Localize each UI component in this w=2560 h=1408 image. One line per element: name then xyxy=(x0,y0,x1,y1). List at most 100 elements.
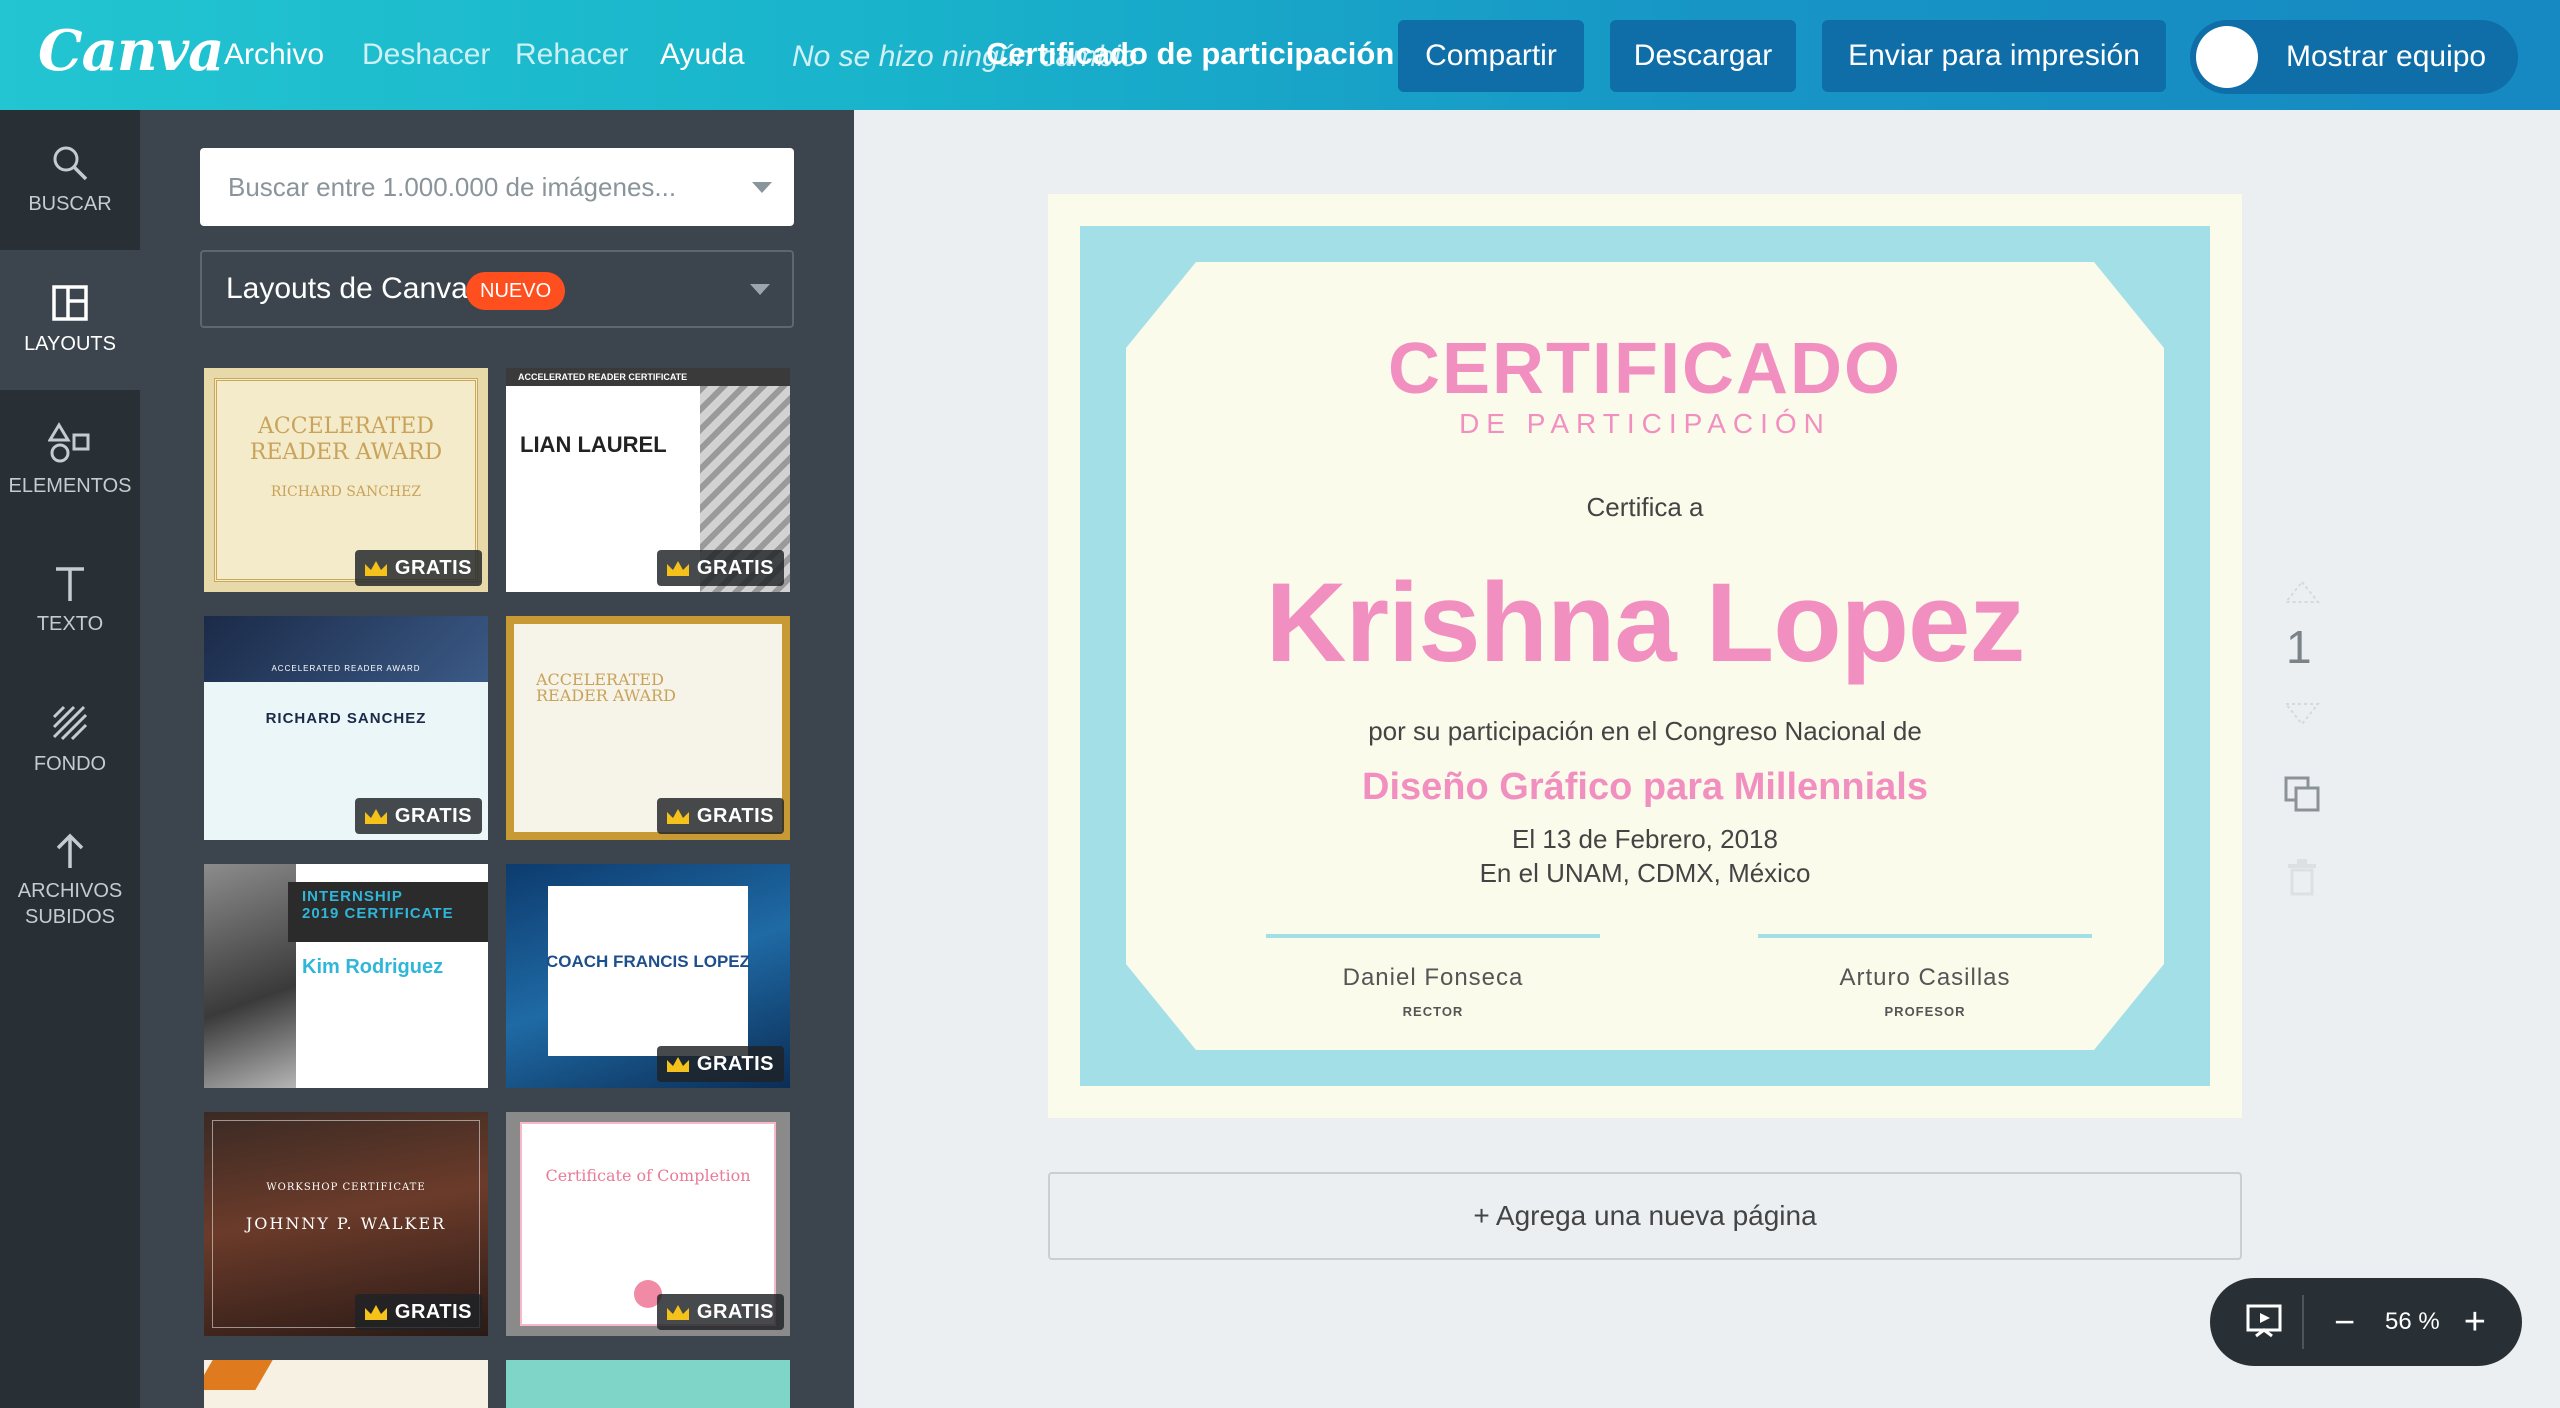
document-title[interactable]: Certificado de participación xyxy=(986,36,1394,72)
crown-icon xyxy=(364,809,387,824)
free-badge: GRATIS xyxy=(656,798,784,834)
canva-logo[interactable]: Canva xyxy=(38,18,224,84)
template-thumbnail[interactable]: ACCELERATED READER AWARD GRATIS xyxy=(506,616,790,840)
layouts-label: Layouts de Canva xyxy=(226,272,468,305)
certificate-title[interactable]: CERTIFICADO xyxy=(1126,328,2164,410)
nav-layouts[interactable]: LAYOUTS xyxy=(0,250,140,390)
nav-buscar[interactable]: BUSCAR xyxy=(0,110,140,250)
zoom-in-button[interactable]: + xyxy=(2464,1301,2486,1344)
template-thumbnail[interactable]: ACCELERATED READER AWARD RICHARD SANCHEZ… xyxy=(204,368,488,592)
free-badge: GRATIS xyxy=(656,550,784,586)
template-subtitle: WORKSHOP CERTIFICATE xyxy=(266,1182,426,1193)
template-thumbnail[interactable]: Certificate of Completion GRATIS xyxy=(506,1112,790,1336)
menu-rehacer[interactable]: Rehacer xyxy=(515,38,628,72)
print-button[interactable]: Enviar para impresión xyxy=(1822,20,2166,92)
move-page-up-icon[interactable] xyxy=(2282,580,2322,604)
free-badge: GRATIS xyxy=(354,1294,482,1330)
menu-deshacer[interactable]: Deshacer xyxy=(362,38,490,72)
template-title: LIAN LAUREL xyxy=(520,432,667,457)
recipient-name[interactable]: Krishna Lopez xyxy=(1126,558,2164,687)
nav-texto[interactable]: TEXTO xyxy=(0,530,140,670)
template-thumbnail[interactable]: ACCELERATED READER AWARD RICHARD SANCHEZ… xyxy=(204,616,488,840)
left-nav: BUSCAR LAYOUTS ELEMENTOS TEXTO FONDO ARC… xyxy=(0,110,140,1408)
crown-icon xyxy=(666,1305,689,1320)
template-thumbnail[interactable]: ACCELERATED READER CERTIFICATE LIAN LAUR… xyxy=(506,368,790,592)
template-subtitle: ACCELERATED READER CERTIFICATE xyxy=(518,372,688,382)
design-page[interactable]: CERTIFICADO DE PARTICIPACIÓN Certifica a… xyxy=(1048,194,2242,1118)
search-input[interactable]: Buscar entre 1.000.000 de imágenes... xyxy=(200,148,794,226)
shapes-icon xyxy=(48,422,90,463)
certifies-text[interactable]: Certifica a xyxy=(1126,492,2164,523)
upload-icon xyxy=(56,833,84,868)
template-title: RICHARD SANCHEZ xyxy=(265,710,427,727)
background-icon xyxy=(52,705,88,741)
zoom-level[interactable]: 56 % xyxy=(2385,1308,2440,1336)
layout-icon xyxy=(52,285,88,321)
presentation-icon[interactable] xyxy=(2244,1302,2284,1342)
layouts-panel: Buscar entre 1.000.000 de imágenes... La… xyxy=(140,110,854,1408)
event-name[interactable]: Diseño Gráfico para Millennials xyxy=(1126,766,2164,809)
template-title: ACCELERATED READER AWARD xyxy=(536,670,676,705)
search-placeholder: Buscar entre 1.000.000 de imágenes... xyxy=(228,172,677,202)
chevron-down-icon xyxy=(750,284,770,295)
certificate-body: CERTIFICADO DE PARTICIPACIÓN Certifica a… xyxy=(1126,262,2164,1050)
show-team-button[interactable]: Mostrar equipo xyxy=(2190,20,2518,94)
menu-archivo[interactable]: Archivo xyxy=(224,38,324,72)
crown-icon xyxy=(666,809,689,824)
chevron-down-icon[interactable] xyxy=(752,182,772,193)
move-page-down-icon[interactable] xyxy=(2282,702,2322,726)
zoom-bar: − 56 % + xyxy=(2210,1278,2522,1366)
share-button[interactable]: Compartir xyxy=(1398,20,1584,92)
download-button[interactable]: Descargar xyxy=(1610,20,1796,92)
template-subtitle: RICHARD SANCHEZ xyxy=(270,484,422,500)
nav-archivos-subidos[interactable]: ARCHIVOS SUBIDOS xyxy=(0,810,140,950)
template-thumbnail[interactable] xyxy=(506,1360,790,1408)
add-page-button[interactable]: + Agrega una nueva página xyxy=(1048,1172,2242,1260)
certificate-subtitle[interactable]: DE PARTICIPACIÓN xyxy=(1126,408,2164,440)
zoom-out-button[interactable]: − xyxy=(2334,1301,2355,1343)
signer-name[interactable]: Arturo Casillas xyxy=(1758,964,2092,992)
event-date[interactable]: El 13 de Febrero, 2018 xyxy=(1126,824,2164,855)
nav-label: FONDO xyxy=(33,753,107,775)
free-badge-label: GRATIS xyxy=(394,556,472,579)
free-badge: GRATIS xyxy=(656,1046,784,1082)
template-title: JOHNNY P. WALKER xyxy=(245,1214,447,1233)
nav-label: ARCHIVOS xyxy=(17,880,123,902)
template-thumbnail[interactable]: COACH FRANCIS LOPEZ GRATIS xyxy=(506,864,790,1088)
nav-label: ELEMENTOS xyxy=(8,475,132,497)
signer-role[interactable]: PROFESOR xyxy=(1758,1004,2092,1019)
template-thumbnail[interactable]: WORKSHOP CERTIFICATE JOHNNY P. WALKER GR… xyxy=(204,1112,488,1336)
duplicate-page-icon[interactable] xyxy=(2282,774,2322,814)
free-badge: GRATIS xyxy=(354,798,482,834)
canvas-workspace: CERTIFICADO DE PARTICIPACIÓN Certifica a… xyxy=(854,110,2560,1408)
nav-label: SUBIDOS xyxy=(24,906,116,928)
divider xyxy=(2302,1295,2304,1349)
template-subtitle: INTERNSHIP 2019 CERTIFICATE xyxy=(302,888,454,922)
layouts-dropdown[interactable]: Layouts de Canva NUEVO xyxy=(200,250,794,328)
template-thumbnail[interactable]: INTERNSHIP 2019 CERTIFICATE Kim Rodrigue… xyxy=(204,864,488,1088)
menu-ayuda[interactable]: Ayuda xyxy=(660,38,745,72)
crown-icon xyxy=(666,1057,689,1072)
certificate-frame[interactable]: CERTIFICADO DE PARTICIPACIÓN Certifica a… xyxy=(1080,226,2210,1086)
crown-icon xyxy=(364,561,387,576)
template-title: Kim Rodriguez xyxy=(302,956,444,978)
delete-page-icon[interactable] xyxy=(2284,856,2320,896)
signature-line xyxy=(1758,934,2092,938)
nav-fondo[interactable]: FONDO xyxy=(0,670,140,810)
top-bar: Canva Archivo Deshacer Rehacer Ayuda No … xyxy=(0,0,2560,110)
participation-text[interactable]: por su participación en el Congreso Naci… xyxy=(1126,716,2164,747)
nav-label: LAYOUTS xyxy=(24,333,116,355)
template-title: Certificate of Completion xyxy=(545,1166,751,1185)
signature-line xyxy=(1266,934,1600,938)
free-badge: GRATIS xyxy=(656,1294,784,1330)
signer-name[interactable]: Daniel Fonseca xyxy=(1266,964,1600,992)
template-thumbnail[interactable] xyxy=(204,1360,488,1408)
signer-role[interactable]: RECTOR xyxy=(1266,1004,1600,1019)
free-badge-label: GRATIS xyxy=(394,1300,472,1323)
template-subtitle: ACCELERATED READER AWARD xyxy=(271,664,421,673)
free-badge-label: GRATIS xyxy=(696,1300,774,1323)
free-badge-label: GRATIS xyxy=(394,804,472,827)
event-place[interactable]: En el UNAM, CDMX, México xyxy=(1126,858,2164,889)
nav-elementos[interactable]: ELEMENTOS xyxy=(0,390,140,530)
show-team-label: Mostrar equipo xyxy=(2286,40,2487,73)
